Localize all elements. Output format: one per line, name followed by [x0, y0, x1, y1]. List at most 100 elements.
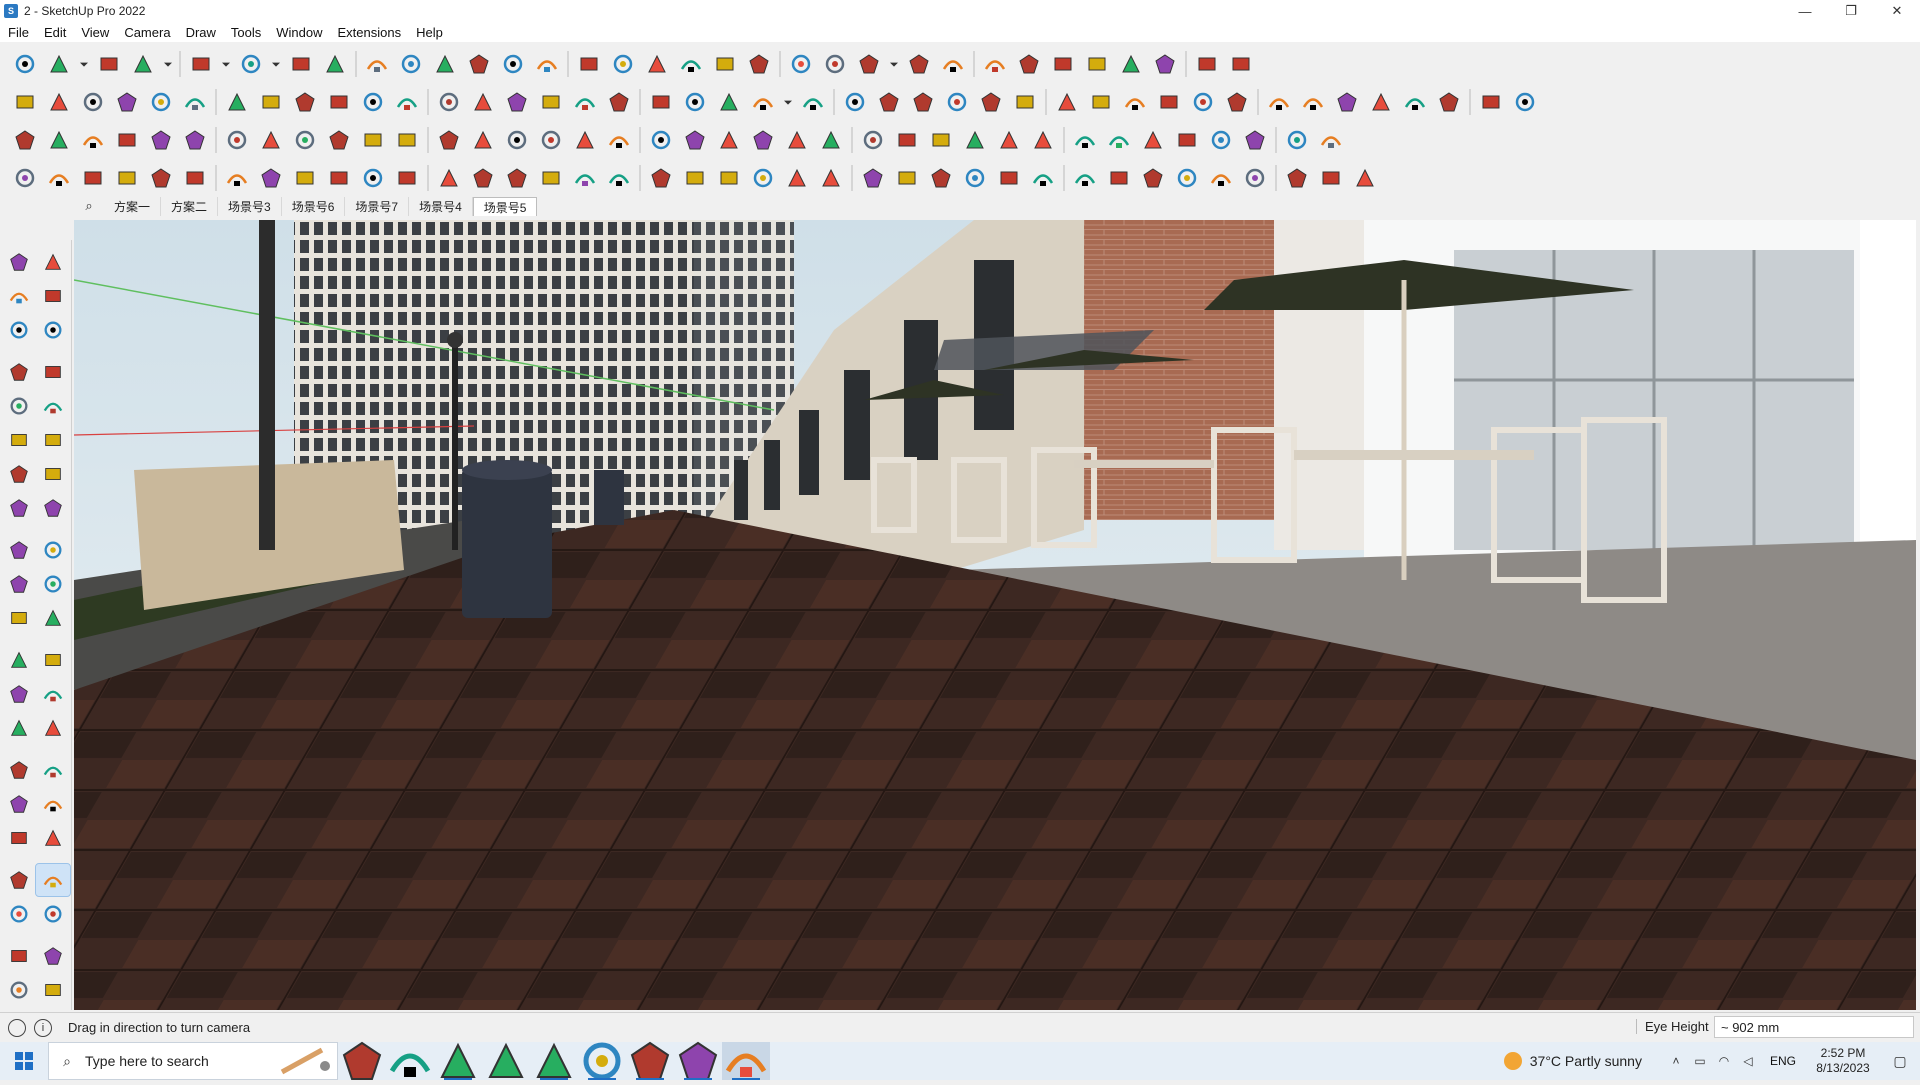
bag-icon[interactable] — [992, 162, 1026, 194]
line-tool-icon[interactable] — [2, 356, 36, 388]
calculator-icon[interactable] — [386, 1042, 434, 1080]
leaf-icon[interactable] — [500, 86, 534, 118]
eraser-icon[interactable] — [36, 280, 70, 312]
leaf-outline-icon[interactable] — [678, 162, 712, 194]
cage-icon[interactable] — [602, 162, 636, 194]
hatch-icon[interactable] — [1102, 162, 1136, 194]
qr-icon[interactable] — [1314, 124, 1348, 156]
dome-icon[interactable] — [466, 162, 500, 194]
orange-grid-icon[interactable] — [1136, 124, 1170, 156]
red-cross-icon[interactable] — [500, 124, 534, 156]
bezier-red-icon[interactable] — [466, 124, 500, 156]
axes-tool-icon[interactable] — [2, 712, 36, 744]
blue-plane-2-icon[interactable] — [42, 124, 76, 156]
rectangle-icon[interactable] — [234, 48, 268, 80]
gear-icon[interactable] — [144, 162, 178, 194]
text-tool-icon[interactable] — [36, 678, 70, 710]
iso-view-icon[interactable] — [708, 48, 742, 80]
bucket-icon[interactable] — [856, 124, 890, 156]
geo-location-icon[interactable] — [8, 1018, 26, 1037]
move-tool-icon[interactable] — [110, 86, 144, 118]
arc-outline-icon[interactable] — [1050, 86, 1084, 118]
twist-icon[interactable] — [220, 162, 254, 194]
terrain-5-icon[interactable] — [1508, 86, 1542, 118]
shape-icon[interactable] — [1348, 162, 1382, 194]
house-3-icon[interactable] — [644, 86, 678, 118]
orbit-tool-icon[interactable] — [2, 754, 36, 786]
red-box-icon[interactable] — [1026, 124, 1060, 156]
section-plane-icon[interactable] — [390, 86, 424, 118]
blue-plane-icon[interactable] — [8, 124, 42, 156]
language-indicator[interactable]: ENG — [1770, 1054, 1796, 1068]
3d-warehouse-icon[interactable] — [936, 48, 970, 80]
extension-manager-icon[interactable] — [978, 48, 1012, 80]
ext-warehouse-icon[interactable] — [902, 48, 936, 80]
acrobat-icon[interactable] — [482, 1042, 530, 1080]
iso-tool-icon[interactable] — [2, 940, 36, 972]
maximize-icon[interactable]: ❐ — [1828, 0, 1874, 22]
section-fill-icon[interactable] — [466, 86, 500, 118]
zoom-extents-tool-icon[interactable] — [2, 822, 36, 854]
tag-tool-icon[interactable] — [2, 314, 36, 346]
spiral-icon[interactable] — [1186, 86, 1220, 118]
section-plane-tool-icon[interactable] — [36, 898, 70, 930]
arc-2pt-icon[interactable] — [36, 458, 70, 490]
scene-tab-2[interactable]: 方案二 — [161, 197, 219, 216]
house-4-icon[interactable] — [678, 86, 712, 118]
tape-measure-tool-icon[interactable] — [2, 644, 36, 676]
corner-icon[interactable] — [356, 162, 390, 194]
right-tool-icon[interactable] — [36, 974, 70, 1006]
download-icon[interactable] — [1046, 48, 1080, 80]
cut-line-icon[interactable] — [432, 162, 466, 194]
fx-dropdown-icon[interactable] — [780, 86, 796, 118]
red-pencil-icon[interactable] — [1220, 86, 1254, 118]
position-camera-icon[interactable] — [2, 864, 36, 896]
box-texture-icon[interactable] — [42, 86, 76, 118]
rotate-tool-icon[interactable] — [2, 568, 36, 600]
clock[interactable]: 2:52 PM 8/13/2023 — [1806, 1046, 1880, 1076]
component-icon[interactable] — [36, 246, 70, 278]
bezier-icon[interactable] — [1084, 86, 1118, 118]
3d-text-icon[interactable] — [36, 712, 70, 744]
follow-me-icon[interactable] — [318, 48, 352, 80]
minimize-icon[interactable]: — — [1782, 0, 1828, 22]
lasso-icon[interactable] — [1152, 86, 1186, 118]
menu-window[interactable]: Window — [276, 25, 322, 40]
scene-tab-6[interactable]: 场景号4 — [409, 197, 473, 216]
tape-measure-icon[interactable] — [462, 48, 496, 80]
top-view-icon[interactable] — [742, 48, 776, 80]
wood-block-icon[interactable] — [356, 124, 390, 156]
select-dropdown-icon[interactable] — [76, 48, 92, 80]
hexagon-outline-icon[interactable] — [940, 86, 974, 118]
scene-tab-4[interactable]: 场景号6 — [282, 197, 346, 216]
arc-3pt-icon[interactable] — [2, 492, 36, 524]
parallelogram-icon[interactable] — [1008, 86, 1042, 118]
redo-icon[interactable] — [1190, 48, 1224, 80]
send-layout-icon[interactable] — [1080, 48, 1114, 80]
path-icon[interactable] — [42, 162, 76, 194]
scatter-icon[interactable] — [1238, 124, 1272, 156]
drip-icon[interactable] — [644, 124, 678, 156]
previous-view-icon[interactable] — [36, 822, 70, 854]
mesh-icon[interactable] — [1204, 162, 1238, 194]
warning-icon[interactable] — [678, 124, 712, 156]
sketchup-icon[interactable] — [722, 1042, 770, 1080]
menu-camera[interactable]: Camera — [124, 25, 170, 40]
polygon-tool-icon[interactable] — [36, 424, 70, 456]
taskbar-search[interactable]: ⌕ Type here to search — [48, 1042, 338, 1080]
notifications-icon[interactable]: ▢ — [1880, 1053, 1920, 1070]
circle-tool-icon[interactable] — [2, 424, 36, 456]
select-arrow-icon[interactable] — [2, 246, 36, 278]
node-icon[interactable] — [8, 162, 42, 194]
rectangle-tool-icon[interactable] — [2, 390, 36, 422]
rect-outline-icon[interactable] — [872, 86, 906, 118]
zoom-window-tool-icon[interactable] — [36, 788, 70, 820]
magenta-push-icon[interactable] — [322, 86, 356, 118]
hook-icon[interactable] — [712, 124, 746, 156]
bars-icon[interactable] — [568, 162, 602, 194]
house-1-icon[interactable] — [568, 86, 602, 118]
rotated-rect-icon[interactable] — [36, 390, 70, 422]
front-view-icon[interactable] — [784, 48, 818, 80]
blue-push-icon[interactable] — [144, 86, 178, 118]
rect-dropdown-icon[interactable] — [268, 48, 284, 80]
